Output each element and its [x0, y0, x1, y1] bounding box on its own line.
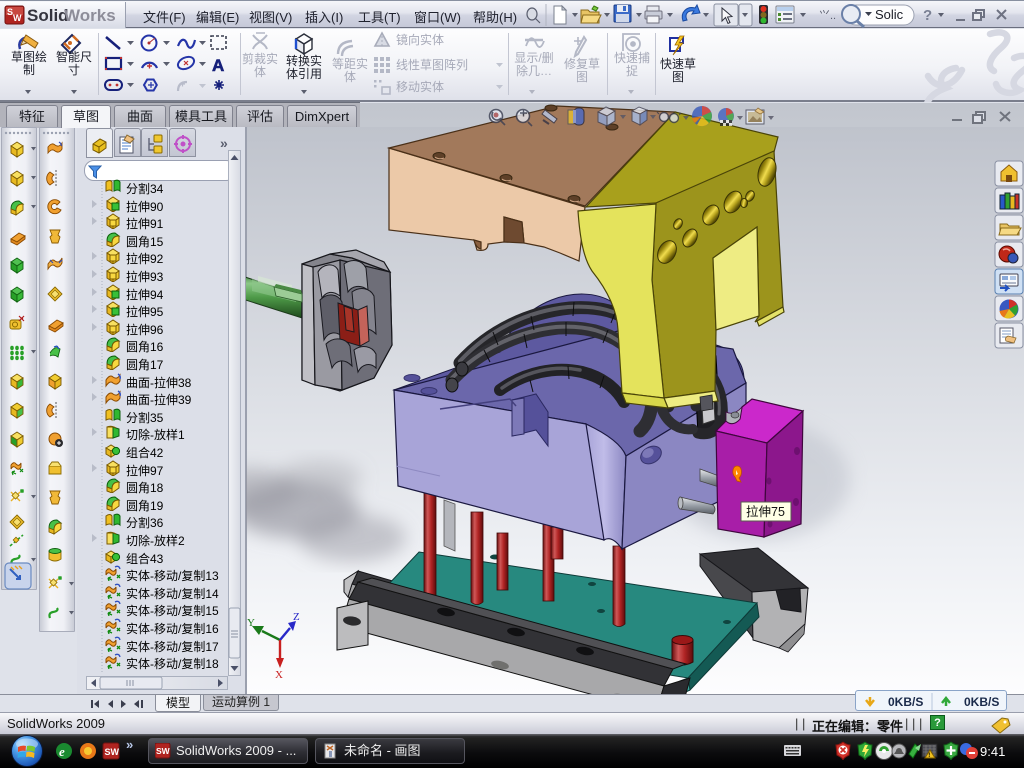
svg-text:0KB/S: 0KB/S	[964, 695, 999, 709]
svg-text:SW: SW	[105, 747, 120, 757]
svg-text:Z: Z	[293, 611, 300, 623]
svg-text:拉伸75: 拉伸75	[746, 504, 785, 519]
svg-text:»: »	[126, 737, 133, 752]
svg-text:Y: Y	[247, 617, 255, 629]
svg-text:0KB/S: 0KB/S	[888, 695, 923, 709]
svg-text:»: »	[220, 135, 228, 151]
svg-text:9:41: 9:41	[980, 744, 1005, 759]
svg-text:A: A	[212, 56, 224, 75]
svg-text:!: !	[928, 753, 930, 759]
svg-text:X: X	[275, 669, 283, 681]
svg-text:SW: SW	[156, 746, 171, 756]
